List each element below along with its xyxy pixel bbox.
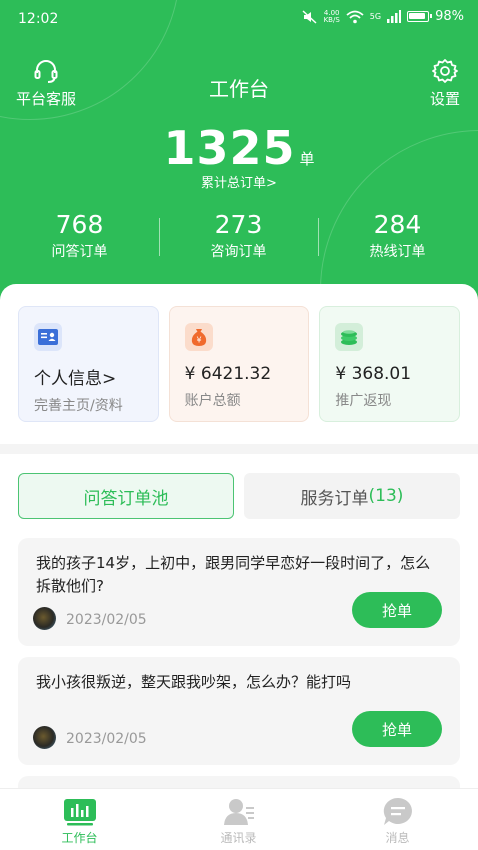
profile-card[interactable]: 个人信息> 完善主页/资料 — [18, 306, 159, 422]
total-orders-link[interactable]: 累计总订单> — [0, 172, 478, 191]
avatar — [33, 726, 56, 749]
nav-label: 工作台 — [61, 831, 98, 845]
order-date: 2023/02/05 — [66, 731, 147, 747]
signal-label: 5G — [369, 12, 382, 21]
stat-value: 273 — [214, 210, 263, 239]
battery-icon — [407, 11, 433, 22]
grab-order-button[interactable]: 抢单 — [352, 711, 442, 747]
tab-label: 问答订单池 — [83, 488, 169, 509]
profile-card-title: 个人信息> — [34, 369, 117, 389]
money-bag-icon: ¥ — [184, 323, 213, 351]
nav-item-contacts[interactable]: 通讯录 — [159, 789, 318, 850]
status-icons: 4.00 KB/S 5G 98% — [302, 9, 464, 24]
order-card[interactable]: 我的孩子14岁，上初中，跟男同学早恋好一段时间了，怎么拆散他们? 2023/02… — [18, 538, 460, 646]
message-icon — [383, 797, 412, 825]
tab-qa-order-pool[interactable]: 问答订单池 — [18, 473, 234, 519]
stat-value: 768 — [55, 210, 104, 239]
battery-level: 98% — [435, 9, 464, 24]
page-title: 工作台 — [209, 77, 269, 101]
stat-divider — [318, 218, 319, 256]
nav-item-workbench[interactable]: 工作台 — [0, 789, 159, 850]
settings-button[interactable]: 设置 — [430, 58, 460, 109]
network-speed: 4.00 KB/S — [323, 8, 340, 24]
order-date: 2023/02/05 — [66, 612, 147, 628]
stat-qa-orders[interactable]: 768 问答订单 — [0, 210, 159, 261]
id-card-icon — [34, 323, 62, 351]
balance-label: 账户总额 — [184, 393, 241, 409]
nav-item-messages[interactable]: 消息 — [318, 789, 477, 850]
total-orders-unit: 单 — [299, 150, 315, 168]
order-question: 我小孩很叛逆，整天跟我吵架，怎么办？能打吗 — [36, 673, 352, 691]
bottom-nav: 工作台 通讯录 消息 — [0, 788, 478, 850]
wifi-icon — [346, 10, 364, 23]
tab-count-badge: (13) — [368, 486, 404, 506]
grab-order-button[interactable]: 抢单 — [352, 592, 442, 628]
stat-label: 咨询订单 — [210, 244, 267, 260]
mute-icon — [302, 9, 317, 24]
tab-label: 服务订单 — [300, 488, 369, 509]
section-separator — [0, 444, 478, 454]
summary-cards: 个人信息> 完善主页/资料 ¥ ¥ 6421.32 账户总额 ¥ 368.01 … — [18, 306, 461, 422]
total-orders-count: 1325 — [163, 121, 296, 175]
stat-value: 284 — [373, 210, 422, 239]
nav-label: 消息 — [385, 831, 410, 845]
contacts-icon — [223, 799, 254, 825]
status-bar: 12:02 4.00 KB/S 5G 98% — [0, 0, 478, 38]
order-stats: 768 问答订单 273 咨询订单 284 热线订单 — [0, 210, 478, 261]
svg-text:¥: ¥ — [196, 336, 201, 345]
cashback-label: 推广返现 — [335, 393, 392, 409]
cashback-value: ¥ 368.01 — [335, 364, 412, 384]
gear-icon — [432, 59, 458, 83]
stat-label: 热线订单 — [369, 244, 426, 260]
stat-hotline-orders[interactable]: 284 热线订单 — [318, 210, 477, 261]
nav-label: 通讯录 — [220, 831, 257, 845]
signal-icon — [387, 10, 402, 23]
order-card[interactable]: 我小孩很叛逆，整天跟我吵架，怎么办？能打吗 2023/02/05 抢单 — [18, 657, 460, 765]
status-time: 12:02 — [18, 11, 59, 27]
order-tabs: 问答订单池 服务订单 (13) — [18, 473, 460, 519]
balance-value: ¥ 6421.32 — [184, 364, 272, 384]
stat-divider — [159, 218, 160, 256]
settings-label: 设置 — [429, 90, 460, 108]
avatar — [33, 607, 56, 630]
coin-stack-icon — [335, 323, 364, 351]
balance-card[interactable]: ¥ ¥ 6421.32 账户总额 — [168, 306, 310, 422]
profile-card-sub: 完善主页/资料 — [34, 398, 123, 414]
stat-label: 问答订单 — [51, 244, 108, 260]
stat-consult-orders[interactable]: 273 咨询订单 — [159, 210, 318, 261]
tab-service-orders[interactable]: 服务订单 (13) — [244, 473, 460, 519]
total-orders: 1325 单 — [0, 121, 478, 175]
cashback-card[interactable]: ¥ 368.01 推广返现 — [319, 306, 461, 422]
dashboard-icon — [63, 799, 96, 826]
